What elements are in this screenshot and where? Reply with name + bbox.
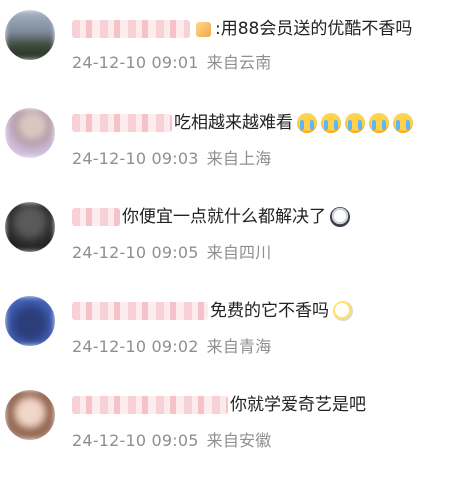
comment-item: 你便宜一点就什么都解决了 24-12-10 09:05 来自四川 xyxy=(0,188,465,282)
username[interactable] xyxy=(72,20,190,38)
comment-meta: 24-12-10 09:05 来自安徽 xyxy=(72,427,271,451)
comment-text: 吃相越来越难看 xyxy=(174,113,293,133)
comment-location: 来自四川 xyxy=(206,243,272,262)
puff-emoji-icon xyxy=(333,301,353,321)
comment-time: 24-12-10 09:03 xyxy=(72,149,199,168)
username[interactable] xyxy=(72,208,120,226)
comment-item: 你就学爱奇艺是吧 24-12-10 09:05 来自安徽 xyxy=(0,376,465,470)
comment-time: 24-12-10 09:05 xyxy=(72,243,199,262)
username[interactable] xyxy=(72,396,228,414)
comment-item: :用88会员送的优酷不香吗 24-12-10 09:01 来自云南 xyxy=(0,0,465,94)
avatar[interactable] xyxy=(5,296,55,346)
comment-time: 24-12-10 09:01 xyxy=(72,53,199,72)
comment-location: 来自安徽 xyxy=(206,431,272,450)
comment-location: 来自云南 xyxy=(206,53,272,72)
username[interactable] xyxy=(72,302,208,320)
comment-text: 免费的它不香吗 xyxy=(210,301,329,321)
avatar[interactable] xyxy=(5,390,55,440)
cry-emoji-icon xyxy=(393,113,413,133)
comment-text: 你便宜一点就什么都解决了 xyxy=(122,207,326,227)
comment-meta: 24-12-10 09:03 来自上海 xyxy=(72,145,271,169)
cry-emoji-icon xyxy=(297,113,317,133)
cry-emoji-icon xyxy=(321,113,341,133)
panda-emoji-icon xyxy=(330,207,350,227)
comment-item: 吃相越来越难看 24-12-10 09:03 来自上海 xyxy=(0,94,465,188)
avatar[interactable] xyxy=(5,10,55,60)
comment-meta: 24-12-10 09:02 来自青海 xyxy=(72,333,271,357)
comment-location: 来自上海 xyxy=(206,149,272,168)
comment-time: 24-12-10 09:02 xyxy=(72,337,199,356)
member-badge-icon xyxy=(196,21,211,37)
comment-location: 来自青海 xyxy=(206,337,272,356)
cry-emoji-icon xyxy=(345,113,365,133)
username[interactable] xyxy=(72,114,172,132)
cry-emoji-icon xyxy=(369,113,389,133)
comment-text: :用88会员送的优酷不香吗 xyxy=(215,19,413,39)
avatar[interactable] xyxy=(5,108,55,158)
comment-time: 24-12-10 09:05 xyxy=(72,431,199,450)
comment-item: 免费的它不香吗 24-12-10 09:02 来自青海 xyxy=(0,282,465,376)
comment-meta: 24-12-10 09:05 来自四川 xyxy=(72,239,271,263)
comment-meta: 24-12-10 09:01 来自云南 xyxy=(72,49,271,73)
comment-text: 你就学爱奇艺是吧 xyxy=(230,395,366,415)
avatar[interactable] xyxy=(5,202,55,252)
